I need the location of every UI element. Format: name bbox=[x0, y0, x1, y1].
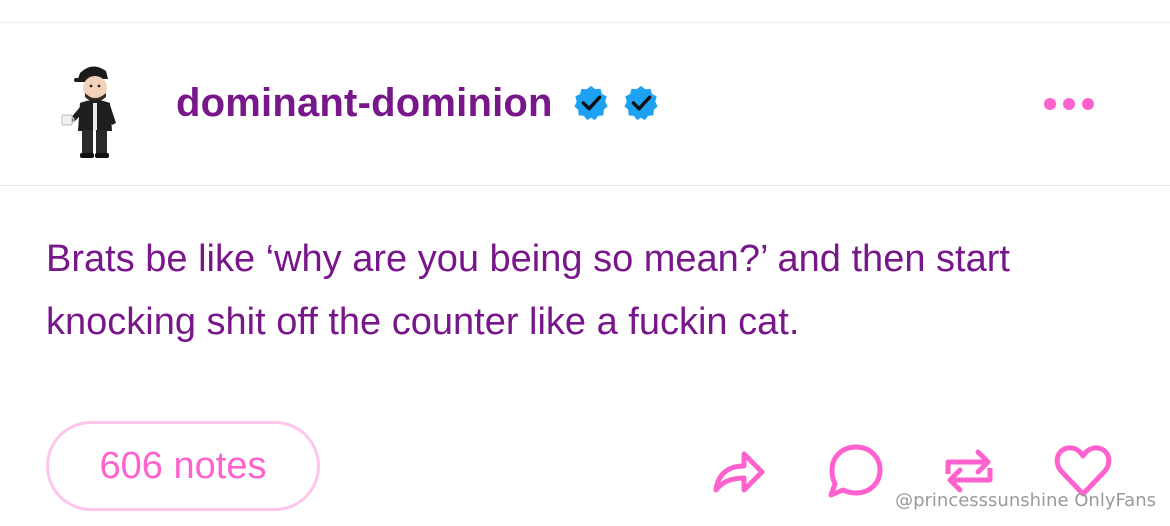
tumblr-post: dominant-dominion Brats be like ‘why are… bbox=[0, 0, 1170, 526]
reply-button[interactable] bbox=[824, 440, 886, 502]
avatar-image bbox=[61, 66, 116, 158]
more-options-icon[interactable] bbox=[1044, 96, 1104, 112]
notes-count-button[interactable]: 606 notes bbox=[46, 421, 320, 511]
share-icon bbox=[713, 451, 765, 493]
more-dot bbox=[1063, 98, 1075, 110]
reply-icon bbox=[828, 444, 883, 498]
post-header: dominant-dominion bbox=[0, 23, 1170, 186]
avatar[interactable] bbox=[52, 57, 132, 161]
more-dot bbox=[1082, 98, 1094, 110]
watermark-text: @princesssunshine OnlyFans bbox=[895, 490, 1156, 511]
verified-badge-icon[interactable] bbox=[572, 84, 610, 122]
verified-badges bbox=[572, 84, 660, 122]
post-author-username[interactable]: dominant-dominion bbox=[176, 81, 553, 126]
post-body-text: Brats be like ‘why are you being so mean… bbox=[46, 238, 1010, 343]
verified-badge-icon[interactable] bbox=[622, 84, 660, 122]
more-dot bbox=[1044, 98, 1056, 110]
share-button[interactable] bbox=[706, 440, 768, 502]
